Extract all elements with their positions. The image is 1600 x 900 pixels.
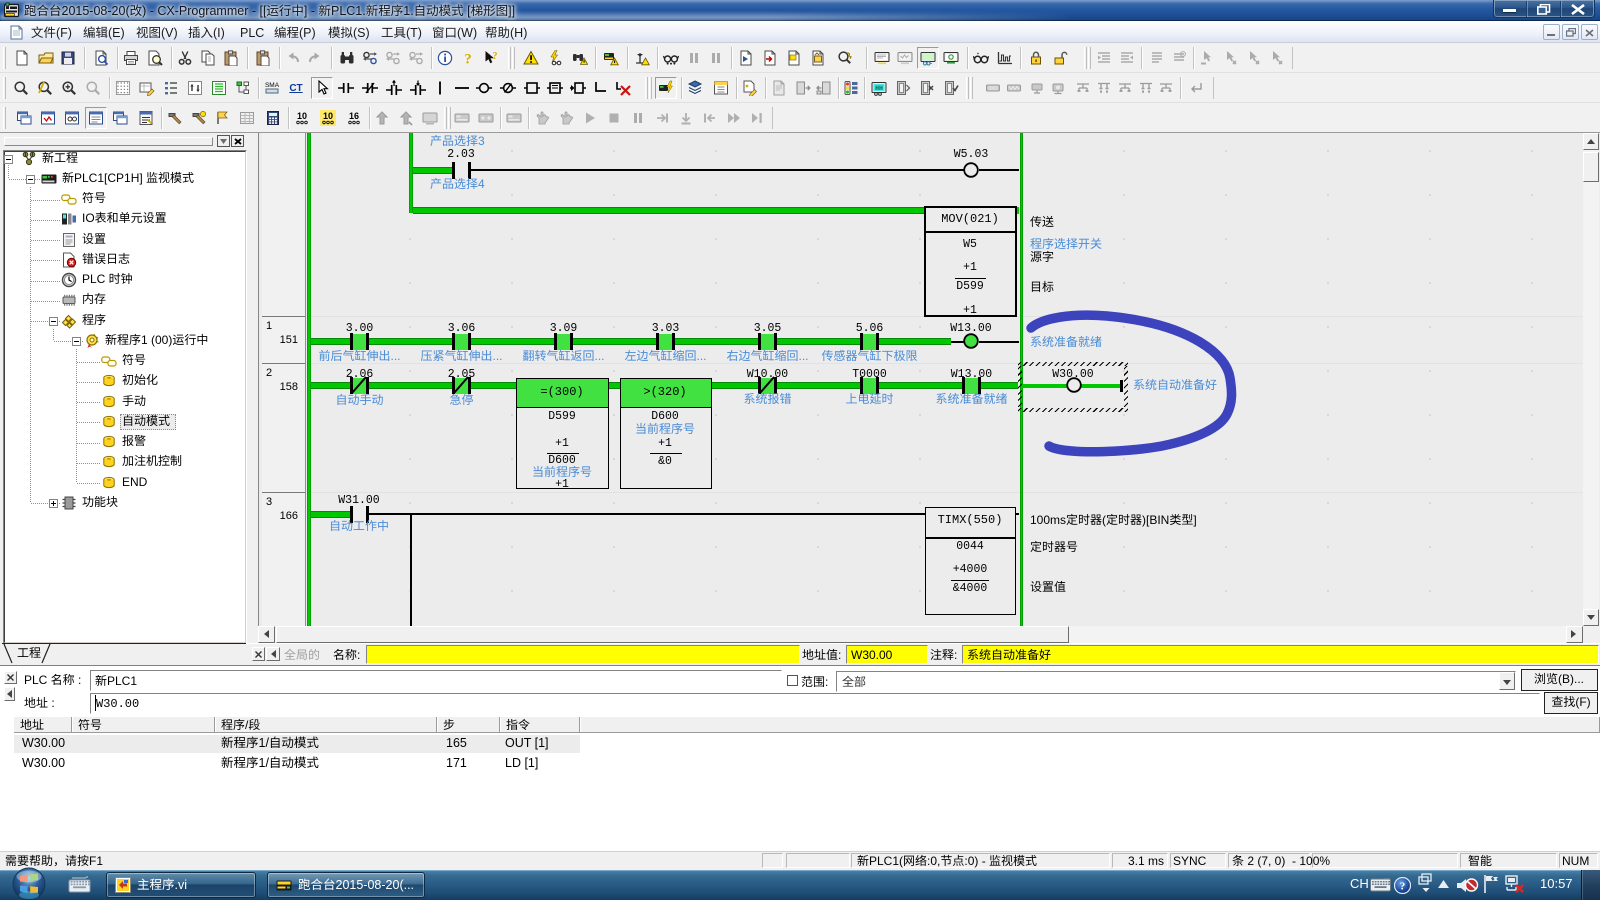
svg-text:?: ? [1400, 881, 1406, 893]
